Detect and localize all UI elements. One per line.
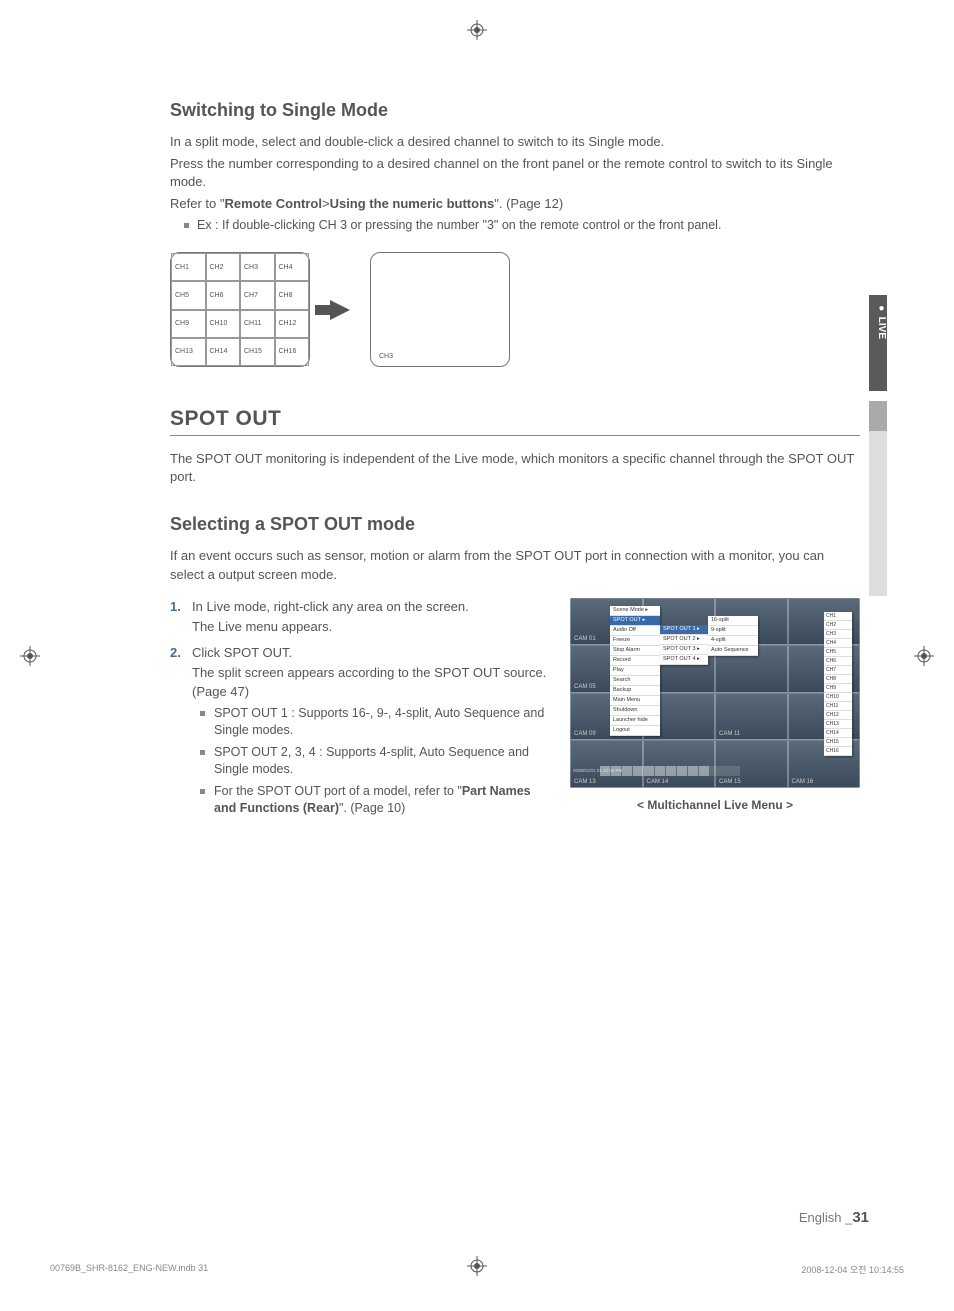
menu-item[interactable]: Shutdown bbox=[610, 706, 660, 716]
submenu-item[interactable]: SPOT OUT 1 ▸ bbox=[660, 625, 708, 635]
grid-cell: CH11 bbox=[240, 310, 275, 338]
grid-cell: CH4 bbox=[275, 253, 310, 281]
submenu-item[interactable]: CH4 bbox=[824, 639, 852, 648]
screenshot-caption: < Multichannel Live Menu > bbox=[570, 798, 860, 812]
submenu-item[interactable]: CH3 bbox=[824, 630, 852, 639]
submenu-item[interactable]: SPOT OUT 4 ▸ bbox=[660, 655, 708, 665]
submenu-channels[interactable]: CH1 CH2 CH3 CH4 CH5 CH6 CH7 CH8 CH9 CH10… bbox=[824, 612, 852, 756]
grid-cell: CH5 bbox=[171, 281, 206, 309]
submenu-item[interactable]: CH2 bbox=[824, 621, 852, 630]
submenu-item[interactable]: CH7 bbox=[824, 666, 852, 675]
side-tab-live: LIVE bbox=[869, 295, 887, 391]
submenu-item[interactable]: CH16 bbox=[824, 747, 852, 756]
context-menu[interactable]: Scene Mode ▸ SPOT OUT ▸ Audio Off Freeze… bbox=[610, 606, 660, 736]
menu-item[interactable]: Main Menu bbox=[610, 696, 660, 706]
reference-text: Refer to "Remote Control>Using the numer… bbox=[170, 196, 860, 211]
submenu-item[interactable]: CH13 bbox=[824, 720, 852, 729]
submenu-spot-out[interactable]: SPOT OUT 1 ▸ SPOT OUT 2 ▸ SPOT OUT 3 ▸ S… bbox=[660, 625, 708, 665]
submenu-item[interactable]: CH15 bbox=[824, 738, 852, 747]
submenu-item[interactable]: CH14 bbox=[824, 729, 852, 738]
square-bullet-icon bbox=[184, 223, 189, 228]
step-1: In Live mode, right-click any area on th… bbox=[170, 598, 550, 636]
menu-item-spot-out[interactable]: SPOT OUT ▸ bbox=[610, 616, 660, 626]
example-text: Ex : If double-clicking CH 3 or pressing… bbox=[197, 217, 721, 235]
single-box-label: CH3 bbox=[379, 353, 393, 360]
grid-cell: CH12 bbox=[275, 310, 310, 338]
body-text: Press the number corresponding to a desi… bbox=[170, 155, 860, 191]
submenu-item[interactable]: 4-split bbox=[708, 636, 758, 646]
print-file: 00769B_SHR-8162_ENG-NEW.indb 31 bbox=[50, 1263, 208, 1276]
menu-item[interactable]: Logout bbox=[610, 726, 660, 736]
grid-cell: CH7 bbox=[240, 281, 275, 309]
grid-cell: CH8 bbox=[275, 281, 310, 309]
submenu-item[interactable]: CH11 bbox=[824, 702, 852, 711]
menu-item[interactable]: Scene Mode ▸ bbox=[610, 606, 660, 616]
submenu-item[interactable]: CH8 bbox=[824, 675, 852, 684]
heading-spot-out: SPOT OUT bbox=[170, 407, 860, 436]
print-date: 2008-12-04 오전 10:14:55 bbox=[801, 1263, 904, 1276]
toolbar-icons bbox=[600, 766, 740, 776]
list-item: For the SPOT OUT port of a model, refer … bbox=[200, 783, 550, 818]
registration-mark-icon bbox=[914, 646, 934, 666]
arrow-right-icon bbox=[330, 300, 350, 320]
submenu-item[interactable]: CH9 bbox=[824, 684, 852, 693]
list-item: SPOT OUT 2, 3, 4 : Supports 4-split, Aut… bbox=[200, 744, 550, 779]
submenu-item[interactable]: Auto Sequence bbox=[708, 646, 758, 656]
heading-selecting-spot-out: Selecting a SPOT OUT mode bbox=[170, 514, 860, 535]
grid-cell: CH16 bbox=[275, 338, 310, 366]
print-metadata: 00769B_SHR-8162_ENG-NEW.indb 31 2008-12-… bbox=[50, 1263, 904, 1276]
submenu-item[interactable]: CH12 bbox=[824, 711, 852, 720]
grid-cell: CH3 bbox=[240, 253, 275, 281]
submenu-item[interactable]: CH5 bbox=[824, 648, 852, 657]
grid-cell: CH14 bbox=[206, 338, 241, 366]
submenu-item[interactable]: CH1 bbox=[824, 612, 852, 621]
registration-mark-icon bbox=[20, 646, 40, 666]
body-text: If an event occurs such as sensor, motio… bbox=[170, 547, 860, 583]
menu-item[interactable]: Stop Alarm bbox=[610, 646, 660, 656]
step-sub: The split screen appears according to th… bbox=[192, 664, 550, 700]
menu-item[interactable]: Launcher hide bbox=[610, 716, 660, 726]
diagram-16-grid: CH1 CH2 CH3 CH4 CH5 CH6 CH7 CH8 CH9 CH10… bbox=[170, 252, 310, 367]
menu-item[interactable]: Record bbox=[610, 656, 660, 666]
submenu-split[interactable]: 16-split 9-split 4-split Auto Sequence bbox=[708, 616, 758, 656]
grid-cell: CH15 bbox=[240, 338, 275, 366]
submenu-item[interactable]: 16-split bbox=[708, 616, 758, 626]
menu-item[interactable]: Search bbox=[610, 676, 660, 686]
side-tab-light bbox=[869, 431, 887, 596]
diagram-single-box: CH3 bbox=[370, 252, 510, 367]
grid-cell: CH6 bbox=[206, 281, 241, 309]
step-2: Click SPOT OUT. The split screen appears… bbox=[170, 644, 550, 818]
grid-cell: CH1 bbox=[171, 253, 206, 281]
grid-cell: CH9 bbox=[171, 310, 206, 338]
step-sub: The Live menu appears. bbox=[192, 618, 550, 636]
example-bullet: Ex : If double-clicking CH 3 or pressing… bbox=[184, 217, 860, 235]
submenu-item[interactable]: CH10 bbox=[824, 693, 852, 702]
body-text: The SPOT OUT monitoring is independent o… bbox=[170, 450, 860, 486]
list-item: SPOT OUT 1 : Supports 16-, 9-, 4-split, … bbox=[200, 705, 550, 740]
registration-mark-icon bbox=[467, 20, 487, 40]
menu-item[interactable]: Freeze bbox=[610, 636, 660, 646]
grid-cell: CH13 bbox=[171, 338, 206, 366]
grid-cell: CH2 bbox=[206, 253, 241, 281]
side-tab-spacer bbox=[869, 401, 887, 431]
steps-column: In Live mode, right-click any area on th… bbox=[170, 598, 550, 826]
submenu-item[interactable]: CH6 bbox=[824, 657, 852, 666]
menu-item[interactable]: Play bbox=[610, 666, 660, 676]
page-footer: English _31 bbox=[799, 1209, 869, 1226]
submenu-item[interactable]: SPOT OUT 2 ▸ bbox=[660, 635, 708, 645]
page-content: Switching to Single Mode In a split mode… bbox=[170, 100, 860, 826]
side-tab: LIVE bbox=[869, 295, 889, 595]
menu-item[interactable]: Audio Off bbox=[610, 626, 660, 636]
screenshot-live-menu: CAM 01 CAM 05 CAM 09CAM 11 CAM 13CAM 14C… bbox=[570, 598, 860, 788]
submenu-item[interactable]: 9-split bbox=[708, 626, 758, 636]
grid-cell: CH10 bbox=[206, 310, 241, 338]
menu-item[interactable]: Backup bbox=[610, 686, 660, 696]
submenu-item[interactable]: SPOT OUT 3 ▸ bbox=[660, 645, 708, 655]
body-text: In a split mode, select and double-click… bbox=[170, 133, 860, 151]
diagram-switching: CH1 CH2 CH3 CH4 CH5 CH6 CH7 CH8 CH9 CH10… bbox=[170, 252, 860, 367]
screenshot-column: CAM 01 CAM 05 CAM 09CAM 11 CAM 13CAM 14C… bbox=[570, 598, 860, 826]
heading-switching-single: Switching to Single Mode bbox=[170, 100, 860, 121]
